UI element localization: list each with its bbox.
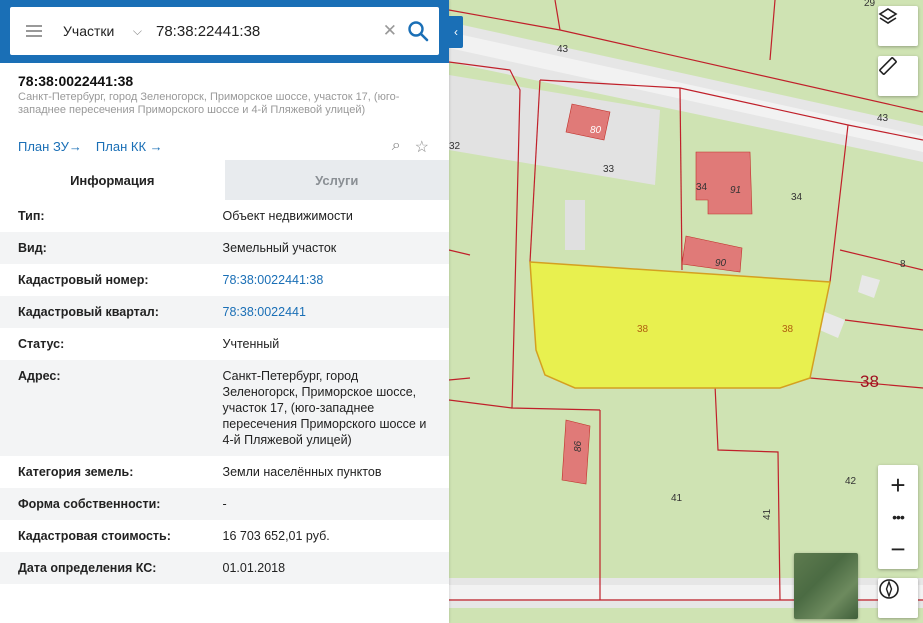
layers-button[interactable] <box>878 6 918 46</box>
row-value: - <box>222 497 227 511</box>
menu-icon[interactable] <box>10 7 58 55</box>
search-icon[interactable] <box>407 20 429 42</box>
table-row: Тип: Объект недвижимости <box>0 200 449 232</box>
map-label: 91 <box>730 185 741 196</box>
table-row: Кадастровый квартал: 78:38:0022441 <box>0 296 449 328</box>
map-label: 8 <box>900 259 906 270</box>
arrow-right-icon: → <box>68 139 82 154</box>
row-value: 01.01.2018 <box>222 561 286 575</box>
info-table: Тип: Объект недвижимости Вид: Земельный уч… <box>0 200 449 584</box>
row-value: Учтенный <box>222 337 280 351</box>
row-value: Земли населённых пунктов <box>222 465 382 479</box>
row-label: Форма собственности: <box>18 497 161 511</box>
plan-links: План ЗУ→ План КК → <box>18 139 163 154</box>
zoom-to-object-icon[interactable]: ⌕ <box>392 137 401 157</box>
table-row: Кадастровая стоимость: 16 703 652,01 руб. <box>0 520 449 552</box>
table-row: Форма собственности: - <box>0 488 449 520</box>
search-input[interactable] <box>156 22 356 40</box>
cadastral-quarter-link[interactable]: 78:38:0022441 <box>223 304 431 320</box>
map-label: 90 <box>715 258 727 269</box>
table-row: Категория земель: Земли населённых пункто… <box>0 456 449 488</box>
row-label: Категория земель: <box>18 465 134 479</box>
map-label: 33 <box>603 164 615 175</box>
star-icon[interactable]: ☆ <box>415 137 429 157</box>
map-label: 86 <box>573 440 584 452</box>
object-address: Санкт-Петербург, город Зеленогорск, Прим… <box>18 91 400 116</box>
map-label: 41 <box>762 508 773 520</box>
zoom-controls: + ••• − <box>878 465 918 569</box>
tabs: Информация Услуги <box>0 160 449 200</box>
table-row: Статус: Учтенный <box>0 328 449 360</box>
search-type-select[interactable]: Участки ⌵ <box>58 23 148 39</box>
tab-services[interactable]: Услуги <box>224 160 449 200</box>
row-label: Кадастровый номер: <box>18 273 149 287</box>
map-label: 42 <box>845 476 857 487</box>
map-label: 29 <box>864 0 876 9</box>
map-label: 38 <box>860 372 879 391</box>
row-value: Объект недвижимости <box>222 209 353 223</box>
info-panel: Участки ⌵ ✕ 78:38:0022441:38 Санкт-Петер… <box>0 0 449 623</box>
row-value: Санкт-Петербург, город Зеленогорск, Прим… <box>222 369 427 447</box>
layers-icon <box>878 8 898 24</box>
header-actions: ⌕ ☆ <box>392 137 429 157</box>
map-label: 34 <box>791 192 803 203</box>
plan-zu-link[interactable]: План ЗУ→ <box>18 139 82 154</box>
row-label: Кадастровый квартал: <box>18 305 159 319</box>
cadastral-number-link[interactable]: 78:38:0022441:38 <box>223 272 431 288</box>
table-row: Дата определения КС: 01.01.2018 <box>0 552 449 584</box>
search-box: Участки ⌵ ✕ <box>10 7 439 55</box>
compass-button[interactable] <box>878 578 918 618</box>
row-value: 16 703 652,01 руб. <box>222 529 330 543</box>
map-label: 34 <box>696 182 708 193</box>
collapse-panel-button[interactable]: ‹ <box>449 16 463 48</box>
ruler-button[interactable] <box>878 56 918 96</box>
more-button[interactable]: ••• <box>878 505 918 529</box>
table-row: Вид: Земельный участок <box>0 232 449 264</box>
close-icon[interactable]: ✕ <box>383 21 397 41</box>
object-title: 78:38:0022441:38 <box>18 73 134 89</box>
row-label: Тип: <box>18 209 45 223</box>
row-label: Вид: <box>18 241 47 255</box>
zoom-in-button[interactable]: + <box>878 465 918 505</box>
map-label: 32 <box>449 141 461 152</box>
zoom-out-button[interactable]: − <box>878 529 918 569</box>
search-bar: Участки ⌵ ✕ <box>0 0 449 63</box>
map-label: 80 <box>590 125 602 136</box>
row-label: Статус: <box>18 337 65 351</box>
map-label: 41 <box>671 493 683 504</box>
compass-icon <box>879 579 899 599</box>
map-label: 43 <box>557 44 569 55</box>
row-label: Дата определения КС: <box>18 561 157 575</box>
map-label: 38 <box>637 324 649 335</box>
ruler-icon <box>879 57 897 75</box>
chevron-down-icon: ⌵ <box>132 23 142 38</box>
tab-info[interactable]: Информация <box>0 160 225 200</box>
table-row: Адрес: Санкт-Петербург, город Зеленогорск… <box>0 360 449 456</box>
row-label: Кадастровая стоимость: <box>18 529 171 543</box>
satellite-basemap-toggle[interactable] <box>794 553 858 619</box>
table-row: Кадастровый номер: 78:38:0022441:38 <box>0 264 449 296</box>
row-label: Адрес: <box>18 369 61 383</box>
plan-kk-link[interactable]: План КК → <box>96 139 163 154</box>
row-value: Земельный участок <box>222 241 337 255</box>
arrow-right-icon: → <box>149 139 163 154</box>
map-label: 38 <box>782 324 794 335</box>
map-label: 43 <box>877 113 889 124</box>
search-type-label: Участки <box>63 23 115 39</box>
